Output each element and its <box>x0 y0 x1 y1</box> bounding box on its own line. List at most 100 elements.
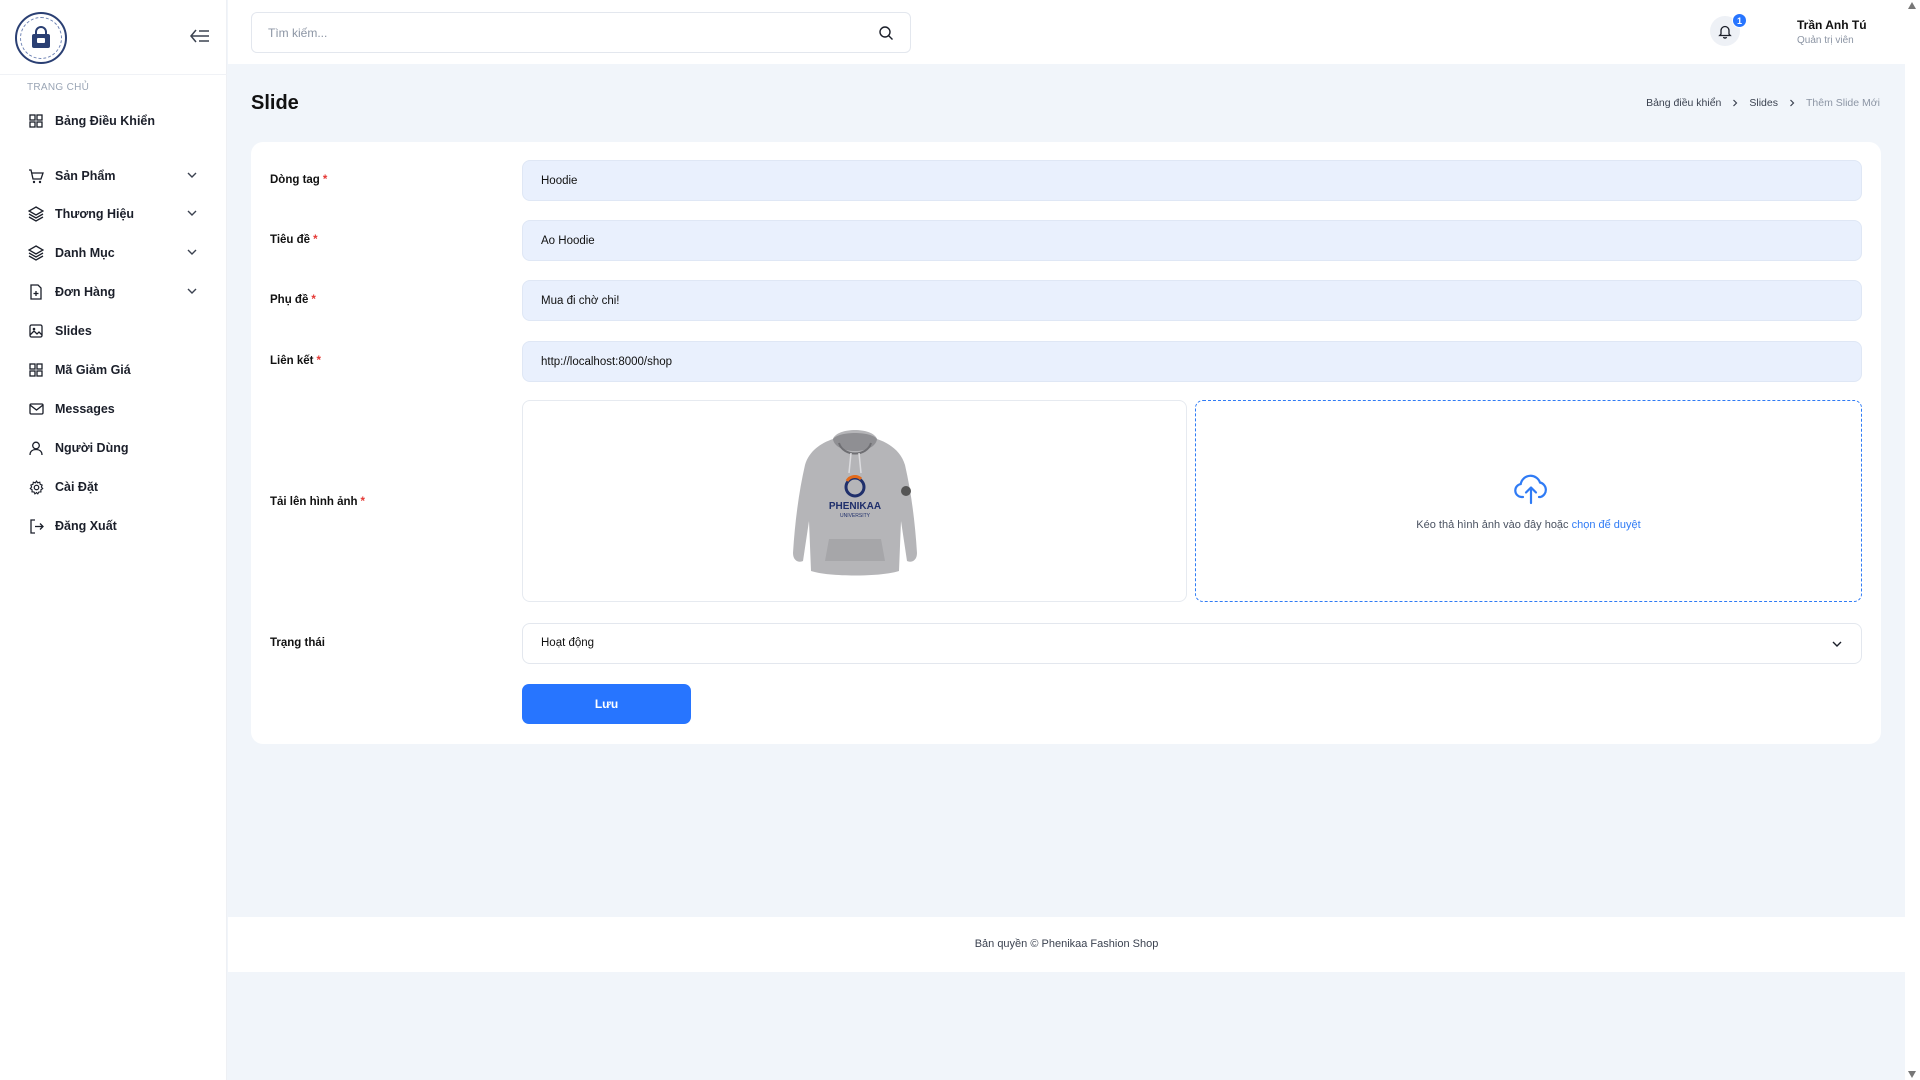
sidebar-section-label: TRANG CHỦ <box>27 82 90 93</box>
chevron-down-icon <box>187 210 197 216</box>
sidebar-item-logout[interactable]: Đăng Xuất <box>0 511 227 541</box>
layers-icon <box>28 206 44 222</box>
required-mark: * <box>313 234 318 246</box>
sidebar-item-label: Người Dùng <box>55 441 129 455</box>
required-mark: * <box>316 355 321 367</box>
breadcrumb-slides[interactable]: Slides <box>1749 97 1778 109</box>
chevron-right-icon <box>1790 99 1795 107</box>
hoodie-logo-subtext: UNIVERSITY <box>840 513 871 519</box>
sidebar-item-label: Mã Giảm Giá <box>55 363 131 377</box>
link-label-text: Liên kết <box>270 355 314 367</box>
sidebar-item-label: Đăng Xuất <box>55 519 117 533</box>
save-button[interactable]: Lưu <box>522 684 691 724</box>
dropzone-hint: Kéo thả hình ảnh vào đây hoặc <box>1416 519 1572 531</box>
sidebar-item-slides[interactable]: Slides <box>0 316 227 346</box>
upload-label-text: Tải lên hình ảnh <box>270 496 358 508</box>
required-mark: * <box>360 496 366 508</box>
hoodie-logo-text: PHENIKAA <box>829 501 881 512</box>
chevron-down-icon <box>187 249 197 255</box>
search-input[interactable] <box>268 13 848 52</box>
sidebar-item-label: Bảng Điều Khiển <box>55 114 156 128</box>
sidebar-divider <box>0 74 227 75</box>
tag-input[interactable] <box>522 160 1862 201</box>
breadcrumb-dashboard[interactable]: Bảng điều khiển <box>1646 97 1721 109</box>
sidebar-item-brands[interactable]: Thương Hiệu <box>0 199 227 229</box>
collapse-arrow-icon <box>190 29 209 43</box>
search-box <box>251 12 911 53</box>
sidebar-item-users[interactable]: Người Dùng <box>0 433 227 463</box>
search-icon[interactable] <box>878 25 894 41</box>
topbar: 1 Trần Anh Tú Quản trị viên <box>228 0 1905 64</box>
chevron-right-icon <box>1733 99 1738 107</box>
hoodie-image: PHENIKAA UNIVERSITY <box>793 430 917 576</box>
browse-link[interactable]: chọn để duyệt <box>1572 519 1641 531</box>
user-icon <box>28 440 44 456</box>
required-mark: * <box>322 174 328 186</box>
sidebar-item-dashboard[interactable]: Bảng Điều Khiển <box>0 106 227 136</box>
title-label: Tiêu đề * <box>270 234 318 246</box>
bell-icon <box>1718 25 1732 39</box>
status-select-value: Hoạt động <box>541 637 595 649</box>
sidebar-item-label: Thương Hiệu <box>55 207 135 221</box>
upload-label: Tải lên hình ảnh * <box>270 496 365 508</box>
image-preview: PHENIKAA UNIVERSITY <box>522 400 1187 602</box>
subtitle-input[interactable] <box>522 280 1862 321</box>
chevron-down-icon <box>187 288 197 294</box>
footer: Bản quyền © Phenikaa Fashion Shop <box>228 917 1905 972</box>
grid-icon <box>28 113 44 129</box>
page-scrollbar[interactable] <box>1905 0 1920 1080</box>
link-input[interactable] <box>522 341 1862 382</box>
sidebar-item-label: Messages <box>55 402 115 416</box>
tag-label-text: Dòng tag <box>270 174 320 186</box>
chevron-down-icon <box>1832 641 1842 647</box>
required-mark: * <box>311 294 316 306</box>
status-select[interactable]: Hoạt động <box>522 623 1862 664</box>
scroll-down-arrow-icon[interactable] <box>1908 1071 1916 1078</box>
image-dropzone[interactable]: Kéo thả hình ảnh vào đây hoặc chọn để du… <box>1195 400 1862 602</box>
scroll-thumb[interactable] <box>1908 14 1917 1064</box>
image-icon <box>28 323 44 339</box>
tag-label: Dòng tag * <box>270 174 327 186</box>
notification-badge: 1 <box>1732 13 1747 28</box>
page-title: Slide <box>251 92 299 114</box>
slide-form-card: Dòng tag* Tiêu đề* Phụ đề* Liên kết* Tải… <box>251 142 1881 744</box>
sidebar: TRANG CHỦ Bảng Điều Khiển Sản Phẩm Thươn… <box>0 0 227 1080</box>
shopping-bag-icon <box>32 26 50 48</box>
title-input[interactable] <box>522 220 1862 261</box>
subtitle-label-text: Phụ đề <box>270 294 309 306</box>
logo-seal <box>20 17 62 59</box>
sidebar-item-settings[interactable]: Cài Đặt <box>0 472 227 502</box>
sidebar-item-messages[interactable]: Messages <box>0 394 227 424</box>
cloud-upload-icon <box>1514 474 1547 505</box>
user-role: Quản trị viên <box>1797 35 1854 46</box>
sidebar-item-orders[interactable]: Đơn Hàng <box>0 277 227 307</box>
subtitle-label: Phụ đề * <box>270 294 316 306</box>
breadcrumb: Bảng điều khiển Slides Thêm Slide Mới <box>1646 97 1880 109</box>
breadcrumb-current: Thêm Slide Mới <box>1806 97 1880 109</box>
chevron-down-icon <box>187 172 197 178</box>
logout-icon <box>28 518 44 534</box>
status-label: Trạng thái <box>270 637 325 649</box>
file-icon <box>28 284 44 300</box>
sidebar-item-label: Cài Đặt <box>55 480 99 494</box>
dropzone-text: Kéo thả hình ảnh vào đây hoặc chọn để du… <box>1196 519 1861 531</box>
layers-icon <box>28 245 44 261</box>
grid-icon <box>28 362 44 378</box>
sidebar-item-coupons[interactable]: Mã Giảm Giá <box>0 355 227 385</box>
sidebar-item-products[interactable]: Sản Phẩm <box>0 161 227 191</box>
sidebar-item-label: Slides <box>55 324 92 338</box>
title-label-text: Tiêu đề <box>270 234 311 246</box>
scroll-up-arrow-icon[interactable] <box>1908 2 1916 9</box>
cart-icon <box>28 168 44 184</box>
user-name[interactable]: Trần Anh Tú <box>1797 18 1867 32</box>
link-label: Liên kết * <box>270 355 321 367</box>
sidebar-item-categories[interactable]: Danh Mục <box>0 238 227 268</box>
copyright-text: Bản quyền © Phenikaa Fashion Shop <box>974 938 1159 950</box>
mail-icon <box>28 401 44 417</box>
sidebar-item-label: Sản Phẩm <box>55 169 116 183</box>
sidebar-item-label: Đơn Hàng <box>55 285 116 299</box>
sidebar-collapse-button[interactable] <box>188 26 212 46</box>
sidebar-item-label: Danh Mục <box>55 246 115 260</box>
shop-logo[interactable] <box>15 12 67 64</box>
gear-icon <box>28 479 44 495</box>
